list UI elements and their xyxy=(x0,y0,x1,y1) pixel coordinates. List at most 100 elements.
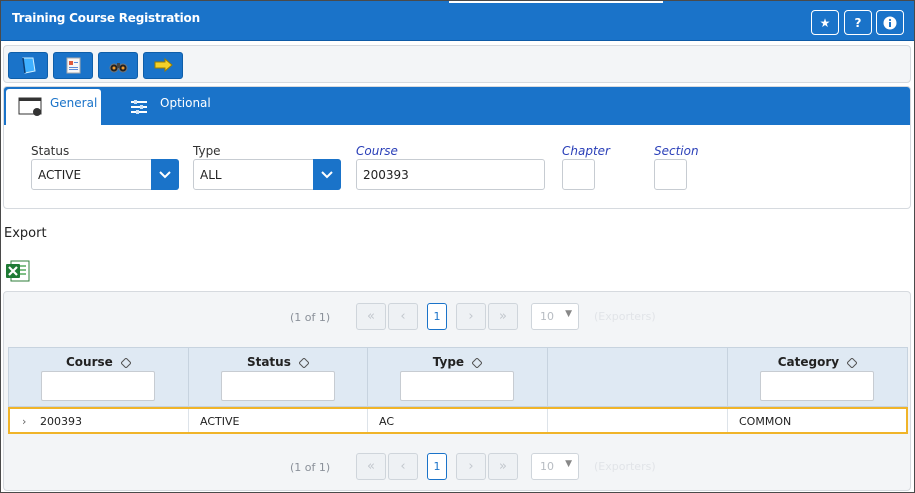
window-title: Training Course Registration xyxy=(12,11,200,25)
chevron-down-icon xyxy=(321,170,333,178)
cell-category: COMMON xyxy=(739,415,792,428)
type-filter-input[interactable] xyxy=(400,371,514,401)
binoculars-icon xyxy=(109,63,128,73)
new-record-button[interactable] xyxy=(8,52,48,79)
page-count: (1 of 1) xyxy=(290,461,331,474)
page-count: (1 of 1) xyxy=(290,311,331,324)
save-button[interactable] xyxy=(143,52,183,79)
type-dropdown-button[interactable] xyxy=(313,159,341,190)
chevron-down-icon xyxy=(159,170,171,178)
cell-divider xyxy=(727,409,728,432)
column-category-label: Category xyxy=(777,355,840,369)
tab-panel: General Optional Status ACTIVE Type ALL … xyxy=(3,86,911,209)
favorite-button[interactable]: ★ xyxy=(811,10,839,35)
star-icon: ★ xyxy=(819,15,831,30)
table-header: Course Status Type Category xyxy=(8,347,908,407)
cell-divider xyxy=(547,409,548,432)
chapter-label[interactable]: Chapter xyxy=(562,144,610,158)
excel-icon xyxy=(6,260,30,282)
chevron-left-icon: ‹ xyxy=(400,459,406,474)
arrow-save-icon xyxy=(154,57,173,73)
page-number-button[interactable]: 1 xyxy=(427,303,447,330)
excel-export-button[interactable] xyxy=(5,259,31,288)
tab-general[interactable]: General xyxy=(6,89,101,125)
status-dropdown-button[interactable] xyxy=(151,159,179,190)
pager-top: (1 of 1) « ‹ 1 › » 10 ▼ (Exporters) xyxy=(4,303,910,333)
course-input[interactable]: 200393 xyxy=(356,159,545,190)
pager-bottom: (1 of 1) « ‹ 1 › » 10 ▼ (Exporters) xyxy=(4,453,910,483)
column-blank xyxy=(548,348,728,406)
tab-general-label: General xyxy=(50,96,98,110)
status-filter-input[interactable] xyxy=(221,371,335,401)
chevron-left-icon: ‹ xyxy=(400,309,406,324)
window-icon xyxy=(18,97,42,116)
help-button[interactable]: ? xyxy=(844,10,872,35)
info-button[interactable] xyxy=(876,10,904,35)
next-page-button[interactable]: › xyxy=(456,453,486,480)
rows-per-page-select[interactable]: 10 ▼ xyxy=(531,303,579,330)
sort-icon xyxy=(120,357,131,368)
tab-optional[interactable]: Optional xyxy=(116,89,211,125)
info-icon xyxy=(883,16,897,29)
toolbar xyxy=(3,45,911,83)
column-status-label: Status xyxy=(246,355,291,369)
column-status[interactable]: Status xyxy=(189,348,368,406)
status-select[interactable]: ACTIVE xyxy=(31,159,179,190)
sort-icon xyxy=(847,357,858,368)
last-page-button[interactable]: » xyxy=(488,453,518,480)
first-page-button[interactable]: « xyxy=(356,453,386,480)
type-select[interactable]: ALL xyxy=(193,159,341,190)
title-bar-stripe xyxy=(449,1,663,3)
column-course[interactable]: Course xyxy=(9,348,189,406)
section-input[interactable] xyxy=(654,159,687,190)
page-number-button[interactable]: 1 xyxy=(427,453,447,480)
double-chevron-left-icon: « xyxy=(367,309,375,324)
cell-course: 200393 xyxy=(40,415,82,428)
type-value: ALL xyxy=(200,168,222,182)
prev-page-button[interactable]: ‹ xyxy=(388,303,418,330)
report-icon xyxy=(66,57,81,74)
exporters-label: (Exporters) xyxy=(594,460,656,473)
course-filter-input[interactable] xyxy=(41,371,155,401)
rows-per-page-value: 10 xyxy=(540,460,554,473)
rows-per-page-value: 10 xyxy=(540,310,554,323)
double-chevron-right-icon: » xyxy=(499,309,507,324)
first-page-button[interactable]: « xyxy=(356,303,386,330)
column-course-label: Course xyxy=(66,355,113,369)
column-type-label: Type xyxy=(432,355,465,369)
app-window: Training Course Registration ★ ? General… xyxy=(0,0,915,493)
next-page-button[interactable]: › xyxy=(456,303,486,330)
chapter-input[interactable] xyxy=(562,159,595,190)
double-chevron-right-icon: » xyxy=(499,459,507,474)
search-button[interactable] xyxy=(98,52,138,79)
cell-divider xyxy=(367,409,368,432)
table-row[interactable]: › 200393 ACTIVE AC COMMON xyxy=(8,407,908,434)
question-icon: ? xyxy=(854,15,862,30)
section-label[interactable]: Section xyxy=(654,144,699,158)
tab-optional-label: Optional xyxy=(160,96,211,110)
type-label: Type xyxy=(193,144,221,158)
expand-row-icon[interactable]: › xyxy=(22,415,26,428)
cell-status: ACTIVE xyxy=(200,415,240,428)
column-category[interactable]: Category xyxy=(728,348,907,406)
category-filter-input[interactable] xyxy=(760,371,874,401)
last-page-button[interactable]: » xyxy=(488,303,518,330)
status-label: Status xyxy=(31,144,70,158)
chevron-right-icon: › xyxy=(468,309,474,324)
column-type[interactable]: Type xyxy=(368,348,548,406)
caret-down-icon: ▼ xyxy=(565,459,572,469)
data-grid: (1 of 1) « ‹ 1 › » 10 ▼ (Exporters) Cour… xyxy=(3,291,911,491)
sort-icon xyxy=(472,357,483,368)
sliders-icon xyxy=(131,100,147,114)
caret-down-icon: ▼ xyxy=(565,309,572,319)
prev-page-button[interactable]: ‹ xyxy=(388,453,418,480)
cell-divider xyxy=(188,409,189,432)
double-chevron-left-icon: « xyxy=(367,459,375,474)
export-label: Export xyxy=(4,226,47,241)
course-label[interactable]: Course xyxy=(356,144,398,158)
rows-per-page-select[interactable]: 10 ▼ xyxy=(531,453,579,480)
report-button[interactable] xyxy=(53,52,93,79)
chevron-right-icon: › xyxy=(468,459,474,474)
status-value: ACTIVE xyxy=(38,168,82,182)
title-bar: Training Course Registration ★ ? xyxy=(1,1,914,41)
